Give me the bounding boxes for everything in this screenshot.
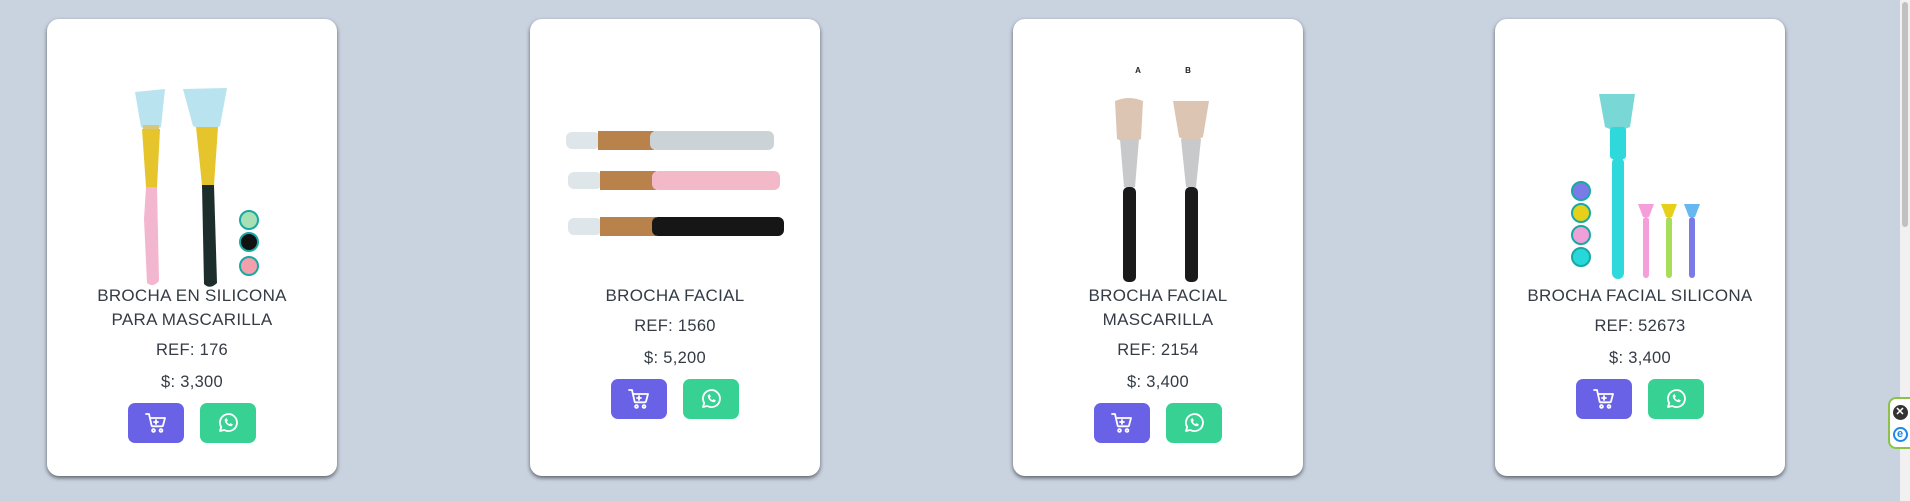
cart-icon: [628, 389, 649, 409]
product-card: BROCHA EN SILICONA PARA MASCARILLA REF: …: [47, 19, 337, 476]
product-title-line: BROCHA FACIAL: [1088, 286, 1228, 305]
cart-icon: [145, 413, 166, 433]
product-title-line: MASCARILLA: [1102, 310, 1214, 329]
product-price: $: 5,200: [643, 349, 707, 367]
product-title-line: PARA MASCARILLA: [111, 310, 273, 329]
product-ref: REF: 1560: [634, 317, 716, 335]
product-ref: REF: 52673: [1594, 317, 1686, 335]
whatsapp-button[interactable]: [1648, 379, 1704, 419]
product-card: A B BROCHA FACIAL MASCARILLA REF: 2154 $…: [1013, 19, 1303, 476]
product-image[interactable]: [47, 39, 337, 289]
product-ref: REF: 2154: [1117, 341, 1199, 359]
product-title: BROCHA FACIAL: [530, 284, 820, 308]
product-image[interactable]: [1495, 39, 1785, 289]
cart-icon: [1593, 389, 1614, 409]
product-card: BROCHA FACIAL REF: 1560 $: 5,200: [530, 19, 820, 476]
product-title-line: BROCHA FACIAL SILICONA: [1527, 286, 1753, 305]
whatsapp-button[interactable]: [1166, 403, 1222, 443]
add-to-cart-button[interactable]: [1576, 379, 1632, 419]
color-swatch[interactable]: [1571, 203, 1591, 223]
product-title: BROCHA EN SILICONA PARA MASCARILLA: [47, 284, 337, 332]
color-swatch[interactable]: [1571, 225, 1591, 245]
variant-label: A: [1135, 66, 1141, 75]
side-widget: ✕ e: [1888, 397, 1910, 449]
product-price: $: 3,400: [1126, 373, 1190, 391]
color-swatch[interactable]: [239, 232, 259, 252]
color-swatch[interactable]: [1571, 181, 1591, 201]
scrollbar-thumb[interactable]: [1902, 2, 1908, 227]
product-ref: REF: 176: [155, 341, 229, 359]
product-title-line: BROCHA FACIAL: [605, 286, 745, 305]
add-to-cart-button[interactable]: [611, 379, 667, 419]
product-title-line: BROCHA EN SILICONA: [97, 286, 287, 305]
whatsapp-icon: [1667, 389, 1686, 408]
cart-icon: [1111, 413, 1132, 433]
e-icon[interactable]: e: [1892, 426, 1908, 442]
product-image[interactable]: [530, 39, 820, 289]
product-image[interactable]: [1013, 39, 1303, 289]
variant-label: B: [1185, 66, 1191, 75]
product-title: BROCHA FACIAL SILICONA: [1495, 284, 1785, 308]
add-to-cart-button[interactable]: [1094, 403, 1150, 443]
color-swatch[interactable]: [239, 210, 259, 230]
product-card: BROCHA FACIAL SILICONA REF: 52673 $: 3,4…: [1495, 19, 1785, 476]
add-to-cart-button[interactable]: [128, 403, 184, 443]
color-swatch[interactable]: [239, 256, 259, 276]
whatsapp-icon: [702, 389, 721, 408]
whatsapp-icon: [1185, 413, 1204, 432]
product-title: BROCHA FACIAL MASCARILLA: [1013, 284, 1303, 332]
whatsapp-button[interactable]: [200, 403, 256, 443]
color-swatch[interactable]: [1571, 247, 1591, 267]
product-price: $: 3,300: [160, 373, 224, 391]
product-price: $: 3,400: [1608, 349, 1672, 367]
whatsapp-icon: [219, 413, 238, 432]
close-icon[interactable]: ✕: [1892, 404, 1908, 420]
whatsapp-button[interactable]: [683, 379, 739, 419]
